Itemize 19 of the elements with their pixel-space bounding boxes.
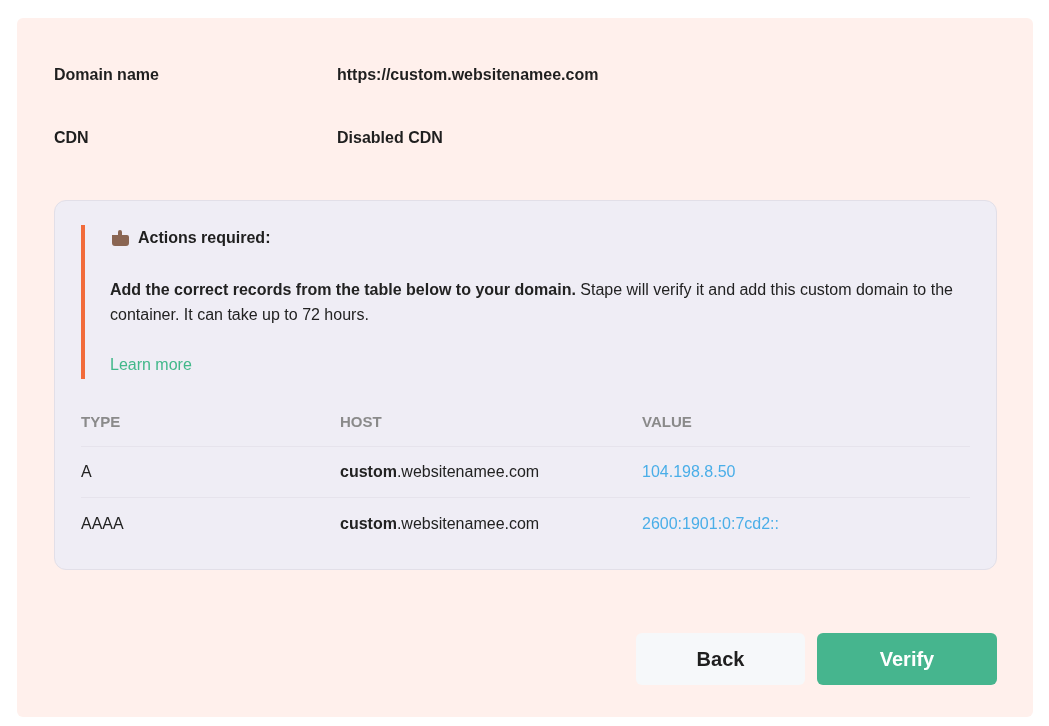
table-cell-text: A xyxy=(81,462,93,482)
table-cell-text: custom.websitenamee.com xyxy=(340,513,541,534)
pointing-hand-icon xyxy=(110,229,130,247)
verify-button[interactable]: Verify xyxy=(817,633,997,685)
table-cell-text: custom.websitenamee.com xyxy=(340,462,541,482)
notice-title: Actions required: xyxy=(138,228,271,248)
column-header: HOST xyxy=(340,412,383,433)
detail-value: Disabled CDN xyxy=(337,127,443,148)
detail-label: Domain name xyxy=(54,64,160,85)
table-cell-text: 2600:1901:0:7cd2:: xyxy=(642,513,779,534)
notice-message: Add the correct records from the table below to your domain. Stape will verify it and add this custom domain to the container. It can take up to 72 hours. xyxy=(110,280,954,325)
table-cell-text: AAAA xyxy=(81,513,125,534)
detail-label: CDN xyxy=(54,127,90,148)
table-cell-text: 104.198.8.50 xyxy=(642,462,736,482)
column-header: TYPE xyxy=(81,412,122,433)
back-button[interactable]: Back xyxy=(636,633,805,685)
learn-more-link[interactable]: Learn more xyxy=(110,353,970,377)
detail-value: https://custom.websitenamee.com xyxy=(337,64,599,85)
column-header: VALUE xyxy=(642,412,692,433)
